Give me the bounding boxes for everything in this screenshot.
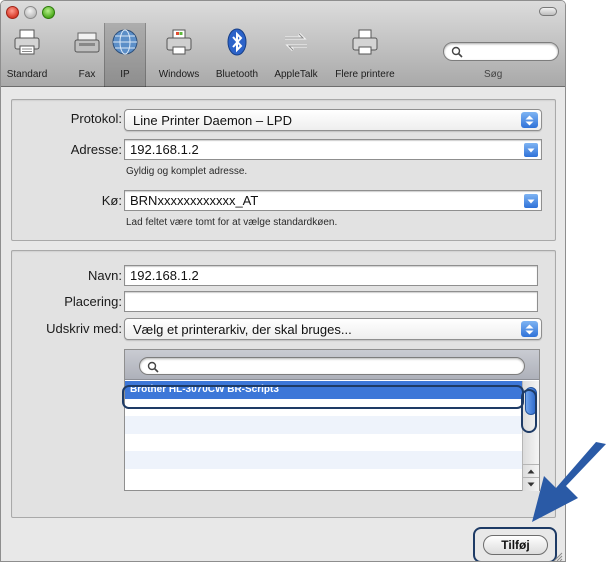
pointer-arrow-icon — [528, 440, 608, 535]
popup-arrows-icon — [521, 321, 538, 337]
protocol-value: Line Printer Daemon – LPD — [133, 113, 292, 128]
toolbar-item-label: Windows — [158, 69, 200, 80]
driver-list-header — [125, 350, 539, 380]
toolbar: Standard Fax IP Windows Bluetooth AppleT… — [1, 1, 565, 87]
search-icon — [147, 360, 159, 378]
queue-field[interactable]: BRNxxxxxxxxxxxx_AT — [124, 190, 542, 211]
toolbar-item-label: Standard — [6, 69, 48, 80]
toolbar-item-label: Bluetooth — [215, 69, 259, 80]
toolbar-item-label: Flere printere — [335, 69, 395, 80]
driver-list-empty-row — [125, 469, 523, 487]
globe-icon — [108, 25, 142, 59]
toolbar-item-more-printers[interactable]: Flere printere — [331, 25, 399, 83]
address-label: Adresse: — [70, 142, 122, 157]
driver-list-browser: Brother HL-3070CW BR-Script3 — [124, 349, 540, 491]
fax-icon — [70, 25, 104, 59]
minimize-window-button[interactable] — [24, 6, 37, 19]
printer-icon — [10, 25, 44, 59]
toolbar-toggle-button[interactable] — [539, 7, 557, 16]
print-using-label: Udskriv med: — [46, 321, 122, 336]
driver-list-empty-row — [125, 451, 523, 469]
search-icon — [451, 45, 463, 63]
address-dropdown-icon[interactable] — [524, 143, 538, 157]
protocol-popup[interactable]: Line Printer Daemon – LPD — [124, 109, 542, 131]
toolbar-item-label: IP — [120, 69, 130, 80]
bluetooth-icon — [220, 25, 254, 59]
toolbar-item-label: AppleTalk — [274, 69, 318, 80]
queue-label: Kø: — [101, 193, 122, 208]
more-printers-icon — [348, 25, 382, 59]
print-using-value: Vælg et printerarkiv, der skal bruges... — [133, 322, 352, 337]
printer-browser-window: Standard Fax IP Windows Bluetooth AppleT… — [0, 0, 566, 562]
queue-hint: Lad feltet være tomt for at vælge standa… — [126, 217, 338, 228]
toolbar-item-fax[interactable]: Fax — [69, 25, 105, 83]
protocol-label: Protokol: — [70, 111, 122, 126]
toolbar-search-input[interactable] — [443, 42, 559, 61]
driver-list-empty-row — [125, 416, 523, 434]
toolbar-item-ip[interactable]: IP — [104, 23, 146, 87]
print-using-popup[interactable]: Vælg et printerarkiv, der skal bruges... — [124, 318, 542, 340]
connection-group: Protokol: Line Printer Daemon – LPD Adre… — [11, 99, 556, 241]
address-hint: Gyldig og komplet adresse. — [126, 166, 248, 177]
address-value: 192.168.1.2 — [130, 142, 199, 157]
appletalk-icon — [279, 25, 313, 59]
toolbar-item-bluetooth[interactable]: Bluetooth — [209, 25, 265, 83]
windows-printer-icon — [162, 25, 196, 59]
driver-list: Brother HL-3070CW BR-Script3 — [125, 381, 523, 491]
name-field[interactable]: 192.168.1.2 — [124, 265, 538, 286]
driver-list-empty-row — [125, 399, 523, 417]
toolbar-item-appletalk[interactable]: AppleTalk — [267, 25, 325, 83]
toolbar-item-label: Fax — [78, 69, 96, 80]
close-window-button[interactable] — [6, 6, 19, 19]
resize-grip-icon[interactable] — [553, 549, 563, 561]
driver-list-empty-row — [125, 434, 523, 452]
driver-list-item[interactable]: Brother HL-3070CW BR-Script3 — [125, 381, 523, 399]
zoom-window-button[interactable] — [42, 6, 55, 19]
scrollbar-highlight-ring — [521, 389, 537, 433]
name-label: Navn: — [88, 268, 122, 283]
address-field[interactable]: 192.168.1.2 — [124, 139, 542, 160]
search-label: Søg — [484, 69, 503, 80]
location-label: Placering: — [64, 294, 122, 309]
driver-search-input[interactable] — [139, 357, 525, 375]
toolbar-item-standard[interactable]: Standard — [3, 25, 51, 83]
queue-value: BRNxxxxxxxxxxxx_AT — [130, 193, 259, 208]
popup-arrows-icon — [521, 112, 538, 128]
queue-dropdown-icon[interactable] — [524, 194, 538, 208]
toolbar-item-windows[interactable]: Windows — [151, 25, 207, 83]
location-field[interactable] — [124, 291, 538, 312]
